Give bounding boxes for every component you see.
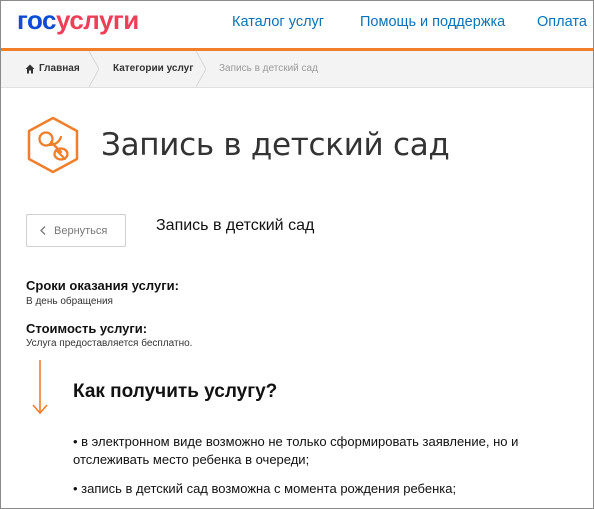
nav-payment-link[interactable]: Оплата	[537, 14, 587, 30]
terms-value: В день обращения	[26, 296, 113, 307]
terms-label: Сроки оказания услуги:	[26, 278, 179, 293]
arrow-down-icon	[32, 360, 48, 415]
service-subtitle: Запись в детский сад	[156, 217, 315, 234]
breadcrumb-separator-icon	[89, 51, 99, 87]
page-frame: госуслуги Каталог услуг Помощь и поддерж…	[0, 0, 594, 509]
breadcrumb-separator-icon	[196, 51, 206, 87]
cost-label: Стоимость услуги:	[26, 321, 148, 336]
back-button[interactable]: Вернуться	[26, 214, 126, 247]
gosuslugi-logo[interactable]: госуслуги	[17, 5, 139, 36]
page-title: Запись в детский сад	[101, 127, 450, 163]
logo-part-uslugi: услуги	[56, 5, 139, 35]
home-icon	[25, 64, 35, 74]
breadcrumb: Главная Категории услуг Запись в детский…	[1, 51, 593, 88]
chevron-left-icon	[40, 226, 46, 235]
breadcrumb-home[interactable]: Главная	[25, 51, 80, 87]
list-item: • запись в детский сад возможна с момент…	[73, 481, 457, 496]
nav-catalog-link[interactable]: Каталог услуг	[232, 14, 324, 30]
pacifier-icon	[27, 116, 79, 174]
cost-value: Услуга предоставляется бесплатно.	[26, 338, 193, 349]
how-to-get-title: Как получить услугу?	[73, 381, 278, 402]
breadcrumb-categories[interactable]: Категории услуг	[113, 51, 193, 87]
logo-part-gos: гос	[17, 5, 57, 35]
breadcrumb-home-label: Главная	[39, 63, 80, 74]
site-header: госуслуги Каталог услуг Помощь и поддерж…	[1, 1, 593, 51]
list-item: • в электронном виде возможно не только …	[73, 434, 519, 467]
nav-help-link[interactable]: Помощь и поддержка	[360, 14, 505, 30]
back-button-label: Вернуться	[54, 224, 108, 237]
breadcrumb-current: Запись в детский сад	[219, 63, 318, 74]
